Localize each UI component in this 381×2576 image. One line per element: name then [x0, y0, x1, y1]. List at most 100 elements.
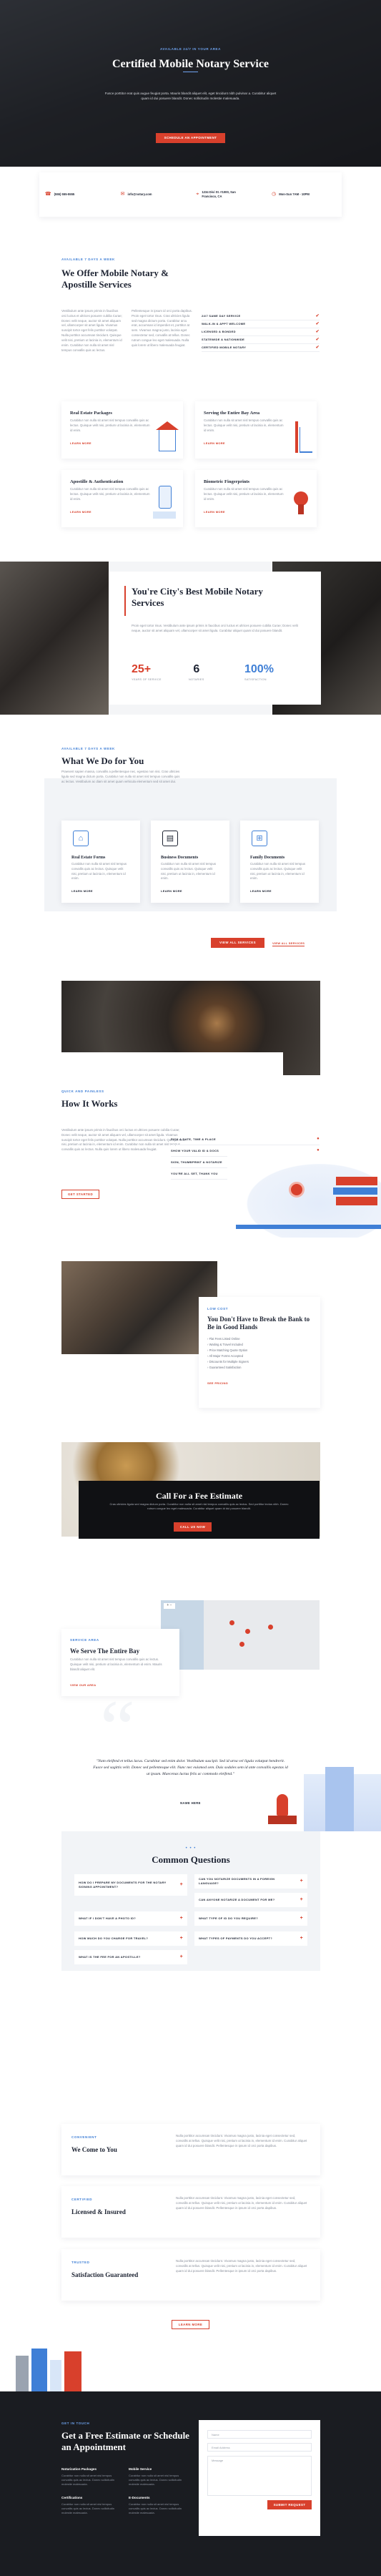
stat-notaries: 6 NOTARIES [189, 661, 204, 682]
call-us-now-button[interactable]: CALL US NOW [174, 1522, 212, 1532]
estimate-box: Call For a Fee Estimate Cras ultricies l… [79, 1481, 320, 1539]
map[interactable]: + − [161, 1600, 320, 1670]
service-card-title: Serving the Entire Bay Area [204, 411, 260, 416]
contact-address[interactable]: ⌖ 1234 Divi St. #1000, San Francisco, CA [196, 190, 260, 200]
map-pin-icon [268, 1625, 273, 1630]
faq-item[interactable]: HOW DO I PREPARE MY DOCUMENTS FOR THE NO… [74, 1874, 187, 1896]
stamp-base [268, 1816, 297, 1824]
faq-item[interactable]: WHAT IS THE FEE FOR AN APOSTILLE? + [74, 1950, 187, 1964]
notary-stamp-illustration [267, 1794, 298, 1831]
services-para-2: Pellentesque in ipsum id orci porta dapi… [132, 309, 192, 347]
stat-label: NOTARIES [189, 678, 204, 681]
building [64, 2351, 81, 2391]
service-card[interactable]: Serving the Entire Bay Area Curabitur no… [195, 401, 317, 459]
see-pricing-link[interactable]: SEE PRICING [207, 1381, 228, 1386]
faq-title: Common Questions [152, 1854, 230, 1865]
what-eyebrow: AVAILABLE 7 DAYS A WEEK [61, 747, 115, 750]
submit-request-button[interactable]: SUBMIT REQUEST [267, 2500, 312, 2509]
map-zoom-controls[interactable]: + − [164, 1603, 175, 1609]
bank-eyebrow: LOW COST [207, 1307, 229, 1311]
what-title: What We Do for You [61, 755, 144, 766]
footer-title: Get a Free Estimate or Schedule an Appoi… [61, 2430, 189, 2453]
what-card[interactable]: ▤ Business Documents Curabitur non nulla… [151, 821, 229, 903]
contact-hours: ◷ Mon-Sun 7AM - 10PM [272, 191, 336, 199]
list-item: 24/7 SAME DAY SERVICE ✔ [202, 313, 320, 320]
check-icon: ● [317, 1137, 320, 1141]
schedule-appointment-button[interactable]: SCHEDULE AN APPOINTMENT [156, 133, 225, 143]
contact-phone[interactable]: ☎ (555) 555-5555 [45, 191, 109, 199]
stat-value: 25+ [132, 663, 152, 675]
footer-col-title: Mobile Service [129, 2467, 152, 2471]
list-item: CERTIFIED MOBILE NOTARY ✔ [202, 344, 320, 352]
testimonial-quote: "Nam eleifend et tellus lacus. Curabitur… [93, 1759, 288, 1776]
what-card-title: Family Documents [250, 856, 285, 860]
best-text: Proin eget tortor risus. Vestibulum ante… [132, 624, 298, 632]
view-all-services-button[interactable]: VIEW ALL SERVICES [211, 938, 264, 948]
building [16, 2356, 29, 2391]
footer-col-text: Curabitur non nulla sit amet nisl tempus… [61, 2502, 115, 2514]
contact-bar: ☎ (555) 555-5555 ✉ info@notary.com ⌖ 123… [39, 172, 342, 217]
what-card[interactable]: ⌂ Real Estate Forms Curabitur non nulla … [61, 821, 140, 903]
map-pin-icon [229, 1620, 234, 1625]
footer-col-text: Curabitur non nulla sit amet nisl tempus… [129, 2473, 182, 2486]
email-field[interactable]: Email Address [207, 2443, 312, 2452]
books-illustration-3 [336, 1197, 377, 1205]
house-doc-icon: ⌂ [73, 831, 89, 846]
what-text: Praesent sapien massa, convallis a pelle… [61, 770, 180, 783]
message-field[interactable]: Message [207, 2456, 312, 2496]
bullet-item: › Flat Fees Listed Online [207, 1337, 240, 1341]
books-illustration-2 [333, 1187, 377, 1195]
service-card[interactable]: Real Estate Packages Curabitur non nulla… [61, 401, 183, 459]
skyline-illustration [16, 2349, 87, 2391]
feature-text: Nulla porttitor accumsan tincidunt. Viva… [176, 2196, 307, 2210]
bridge-cable [300, 427, 312, 453]
service-card-text: Curabitur non nulla sit amet nisl tempus… [204, 487, 284, 501]
bullet-item: › Waiting & Travel Included [207, 1343, 243, 1346]
service-card[interactable]: Biometric Fingerprints Curabitur non nul… [195, 470, 317, 527]
map-pin-icon: ⌖ [196, 191, 199, 197]
learn-more-button[interactable]: LEARN MORE [172, 2320, 209, 2329]
phone-stand [153, 511, 176, 519]
what-card-text: Curabitur non nulla sit amet nisl tempus… [71, 862, 127, 881]
view-our-area-link[interactable]: VIEW OUR AREA [70, 1683, 96, 1688]
footer-col: Certifications Curabitur non nulla sit a… [61, 2496, 119, 2515]
feature-title: We Come to You [71, 2146, 117, 2153]
plus-icon: + [179, 1915, 183, 1921]
learn-more-link[interactable]: LEARN MORE [70, 441, 91, 446]
faq-item[interactable]: CAN YOU NOTARIZE DOCUMENTS IN A FOREIGN … [194, 1874, 307, 1889]
check-icon: ✔ [315, 337, 320, 342]
feature-text: Nulla porttitor accumsan tincidunt. Viva… [176, 2134, 307, 2148]
best-photo-left [0, 562, 109, 715]
service-card-title: Apostille & Authentication [70, 479, 124, 484]
get-started-button[interactable]: GET STARTED [61, 1190, 99, 1199]
learn-more-link[interactable]: LEARN MORE [250, 889, 272, 893]
house-illustration-icon [159, 430, 176, 451]
name-field[interactable]: Name [207, 2430, 312, 2439]
learn-more-link[interactable]: LEARN MORE [204, 510, 225, 514]
view-all-services-link[interactable]: VIEW ALL SERVICES [272, 941, 305, 946]
footer-col: Notarization Packages Curabitur non null… [61, 2467, 119, 2487]
map-pin-icon [239, 1642, 244, 1647]
plus-icon: + [300, 1896, 303, 1902]
what-card[interactable]: ⊞ Family Documents Curabitur non nulla s… [240, 821, 319, 903]
list-item: WALK-IN & APPT WELCOME ✔ [202, 320, 320, 328]
faq-item[interactable]: CAN ANYONE NOTARIZE A DOCUMENT FOR ME? + [194, 1893, 307, 1907]
learn-more-link[interactable]: LEARN MORE [161, 889, 182, 893]
services-eyebrow: AVAILABLE 7 DAYS A WEEK [61, 258, 115, 261]
how-text: Vestibulum ante ipsum primis in faucibus… [61, 1128, 185, 1152]
faq-item[interactable]: WHAT TYPES OF PAYMENTS DO YOU ACCEPT? + [194, 1931, 307, 1946]
hero-text: Fusce porttitor erat quis augue feugiat … [104, 92, 277, 100]
faq-item[interactable]: WHAT IF I DON'T HAVE A PHOTO ID? + [74, 1911, 187, 1926]
learn-more-link[interactable]: LEARN MORE [70, 510, 91, 514]
service-card[interactable]: Apostille & Authentication Curabitur non… [61, 470, 183, 527]
contact-email[interactable]: ✉ info@notary.com [121, 191, 185, 199]
family-tree-icon: ⊞ [252, 831, 267, 846]
feature-row: CERTIFIED Licensed & Insured Nulla portt… [61, 2186, 320, 2238]
learn-more-link[interactable]: LEARN MORE [204, 441, 225, 446]
bullet-item: › Price Matching Quote Option [207, 1348, 248, 1352]
faq-item[interactable]: HOW MUCH DO YOU CHARGE FOR TRAVEL? + [74, 1931, 187, 1946]
faq-item[interactable]: WHAT TYPE OF ID DO YOU REQUIRE? + [194, 1911, 307, 1926]
bullet-item: › Discounts for Multiple Signers [207, 1360, 249, 1363]
plus-icon: + [300, 1915, 303, 1921]
learn-more-link[interactable]: LEARN MORE [71, 889, 93, 893]
